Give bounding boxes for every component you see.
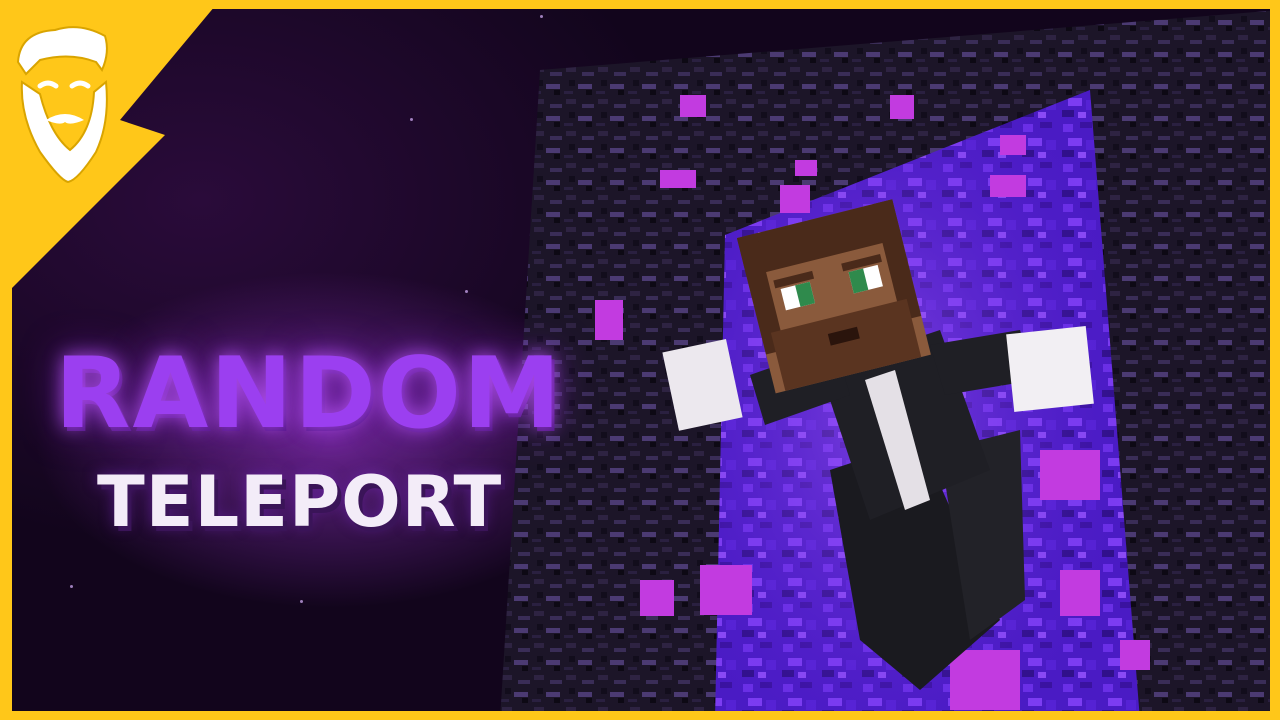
star	[300, 600, 303, 603]
video-title: RANDOM TELEPORT	[55, 345, 615, 537]
thumbnail: RANDOM TELEPORT	[0, 0, 1280, 720]
title-line-teleport: TELEPORT	[97, 461, 503, 543]
star	[410, 118, 413, 121]
title-line-random: RANDOM	[55, 337, 563, 451]
bearded-face-logo-icon	[0, 0, 220, 300]
star	[465, 290, 468, 293]
star	[70, 585, 73, 588]
portal-scene	[500, 10, 1280, 720]
